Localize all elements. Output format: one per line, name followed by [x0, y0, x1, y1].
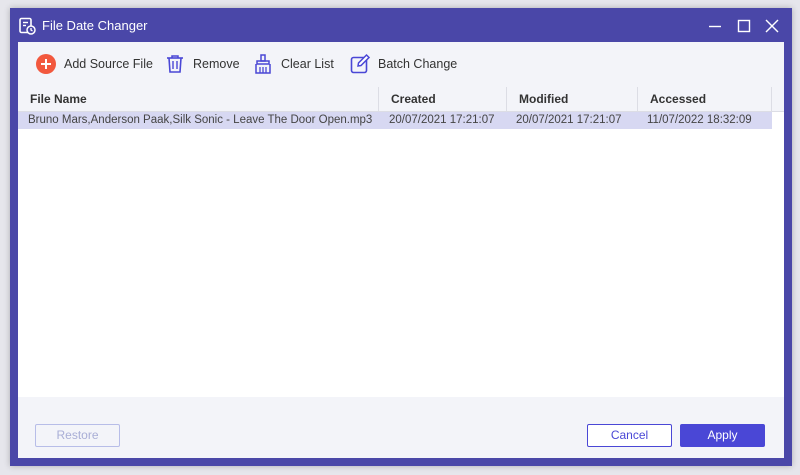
restore-button[interactable]: Restore: [35, 424, 120, 447]
minimize-button[interactable]: [703, 14, 727, 38]
cell-created: 20/07/2021 17:21:07: [389, 114, 495, 126]
remove-button[interactable]: Remove: [164, 52, 240, 76]
cell-file-name: Bruno Mars,Anderson Paak,Silk Sonic - Le…: [28, 114, 373, 126]
maximize-icon: [737, 19, 751, 33]
apply-button[interactable]: Apply: [680, 424, 765, 447]
column-header-spacer: [771, 87, 784, 111]
trash-icon: [167, 55, 183, 73]
clear-list-label: Clear List: [281, 57, 334, 71]
column-header-modified[interactable]: Modified: [506, 87, 637, 111]
footer: Restore Cancel Apply: [18, 398, 784, 458]
toolbar: Add Source File Remove Clear List Batch …: [18, 42, 784, 87]
remove-label: Remove: [193, 57, 240, 71]
broom-icon: [255, 54, 271, 74]
add-source-file-label: Add Source File: [64, 57, 153, 71]
edit-icon: [350, 53, 371, 74]
maximize-button[interactable]: [732, 14, 756, 38]
clear-list-button[interactable]: Clear List: [252, 52, 334, 76]
table-header: File Name Created Modified Accessed: [18, 87, 784, 112]
close-icon: [765, 19, 779, 33]
batch-change-label: Batch Change: [378, 57, 458, 71]
add-source-file-button[interactable]: Add Source File: [35, 52, 153, 76]
minimize-icon: [709, 25, 721, 28]
cancel-button[interactable]: Cancel: [587, 424, 672, 447]
window-title: File Date Changer: [42, 18, 148, 33]
main-content: Add Source File Remove Clear List Batch …: [18, 42, 784, 458]
screen-background: File Date Changer Add Source File Remove…: [0, 0, 800, 475]
table-row[interactable]: Bruno Mars,Anderson Paak,Silk Sonic - Le…: [18, 112, 772, 129]
app-icon: [18, 17, 36, 35]
title-bar[interactable]: File Date Changer: [10, 8, 792, 42]
add-circle-icon: [36, 54, 56, 74]
column-header-accessed[interactable]: Accessed: [637, 87, 771, 111]
close-button[interactable]: [760, 14, 784, 38]
column-header-created[interactable]: Created: [378, 87, 506, 111]
column-header-file-name[interactable]: File Name: [18, 87, 378, 111]
cell-accessed: 11/07/2022 18:32:09: [647, 114, 752, 126]
file-date-changer-window: File Date Changer Add Source File Remove…: [10, 8, 792, 466]
batch-change-button[interactable]: Batch Change: [349, 52, 457, 76]
cell-modified: 20/07/2021 17:21:07: [516, 114, 622, 126]
file-table: File Name Created Modified Accessed Brun…: [18, 87, 784, 431]
